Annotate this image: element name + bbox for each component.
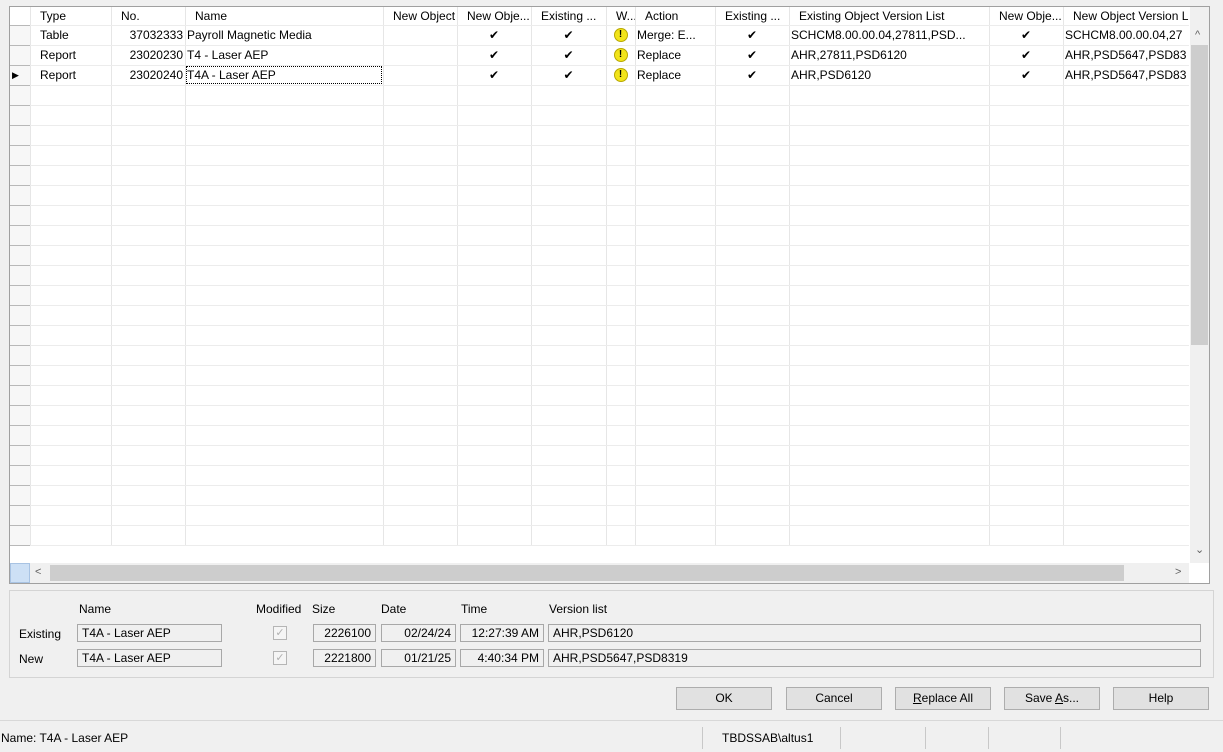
status-object-name: Name: T4A - Laser AEP xyxy=(1,731,129,745)
column-header-existing-2[interactable]: Existing ... xyxy=(723,7,789,25)
cell-type: Report xyxy=(40,68,77,82)
current-row-pointer-icon: ▶ xyxy=(12,70,19,80)
warning-cell: ! xyxy=(606,25,635,45)
replace-all-label: eplace All xyxy=(921,691,974,705)
existing-version-list-field[interactable]: AHR,PSD6120 xyxy=(548,624,1201,642)
column-header-existing-version-list[interactable]: Existing Object Version List xyxy=(797,7,989,25)
check-icon: ✔ xyxy=(1020,28,1032,42)
check-icon: ✔ xyxy=(488,48,500,62)
vertical-scroll-thumb[interactable] xyxy=(1191,45,1208,345)
column-header-w[interactable]: W... xyxy=(614,7,635,25)
existing-size-field[interactable]: 2226100 xyxy=(313,624,376,642)
ok-button[interactable]: OK xyxy=(676,687,772,710)
status-divider xyxy=(1060,727,1061,749)
help-button[interactable]: Help xyxy=(1113,687,1209,710)
check-icon: ✔ xyxy=(488,28,500,42)
column-header-new-obje-2[interactable]: New Obje... xyxy=(997,7,1063,25)
scroll-right-icon[interactable]: > xyxy=(1175,566,1181,578)
details-header-size: Size xyxy=(312,602,336,616)
cell-name[interactable]: Payroll Magnetic Media xyxy=(185,25,383,45)
new-size-field[interactable]: 2221800 xyxy=(313,649,376,667)
cell-name[interactable]: T4A - Laser AEP xyxy=(185,65,383,85)
details-header-name: Name xyxy=(79,602,112,616)
status-divider xyxy=(925,727,926,749)
column-header-action[interactable]: Action xyxy=(643,7,715,25)
cell-existing-version-list: SCHCM8.00.00.04,27811,PSD... xyxy=(791,28,966,42)
cell-action[interactable]: Replace xyxy=(635,45,715,65)
check-icon: ✔ xyxy=(563,68,574,82)
save-as-label-end: s... xyxy=(1063,691,1080,705)
details-header-time: Time xyxy=(461,602,488,616)
check-icon: ✔ xyxy=(563,48,574,62)
check-icon: ✔ xyxy=(746,28,758,42)
grid-lines xyxy=(10,7,1189,546)
status-divider xyxy=(702,727,703,749)
cell-existing-version-list: AHR,PSD6120 xyxy=(791,68,872,82)
cell-existing-version-list: AHR,27811,PSD6120 xyxy=(791,48,907,62)
existing-modified-checkbox[interactable]: ✓ xyxy=(273,626,287,640)
check-icon: ✔ xyxy=(746,68,758,82)
details-header-version-list: Version list xyxy=(549,602,608,616)
new-row-label: New xyxy=(19,652,44,666)
new-version-list-field[interactable]: AHR,PSD5647,PSD8319 xyxy=(548,649,1201,667)
existing-row-label: Existing xyxy=(19,627,62,641)
check-icon: ✔ xyxy=(746,48,758,62)
warning-cell: ! xyxy=(606,65,635,85)
status-bar: Name: T4A - Laser AEP TBDSSAB\altus1 xyxy=(0,720,1223,752)
new-name-field[interactable]: T4A - Laser AEP xyxy=(77,649,222,667)
existing-name-field[interactable]: T4A - Laser AEP xyxy=(77,624,222,642)
check-icon: ✔ xyxy=(563,28,574,42)
status-user: TBDSSAB\altus1 xyxy=(722,731,814,745)
column-header-new-object[interactable]: New Object xyxy=(391,7,457,25)
column-header-type[interactable]: Type xyxy=(38,7,111,25)
new-time-field[interactable]: 4:40:34 PM xyxy=(460,649,544,667)
scroll-up-icon[interactable]: ^ xyxy=(1195,29,1200,41)
column-header-new-obje-1[interactable]: New Obje... xyxy=(465,7,531,25)
column-header-existing-1[interactable]: Existing ... xyxy=(539,7,606,25)
cell-name[interactable]: T4 - Laser AEP xyxy=(185,45,383,65)
check-icon: ✔ xyxy=(488,68,500,82)
warning-icon: ! xyxy=(613,67,628,82)
details-header-date: Date xyxy=(381,602,407,616)
cell-number: 23020230 xyxy=(129,48,183,62)
save-as-button[interactable]: Save As... xyxy=(1004,687,1100,710)
warning-icon: ! xyxy=(613,27,628,42)
save-as-label-start: Save xyxy=(1024,691,1055,705)
check-icon: ✔ xyxy=(1020,68,1032,82)
scroll-left-icon[interactable]: < xyxy=(35,566,41,578)
replace-all-accelerator: R xyxy=(912,691,922,705)
warning-cell: ! xyxy=(606,45,635,65)
cancel-button[interactable]: Cancel xyxy=(786,687,882,710)
column-header-no[interactable]: No. xyxy=(119,7,185,25)
object-details-panel: Name Modified Size Date Time Version lis… xyxy=(9,590,1214,678)
check-icon: ✔ xyxy=(1020,48,1032,62)
existing-date-field[interactable]: 02/24/24 xyxy=(381,624,456,642)
new-date-field[interactable]: 01/21/25 xyxy=(381,649,456,667)
object-comparison-grid[interactable]: Type No. Name New Object New Obje... Existing… xyxy=(9,6,1210,584)
cell-action[interactable]: Replace xyxy=(635,65,715,85)
cell-type: Table xyxy=(40,28,69,42)
cell-number: 37032333 xyxy=(129,28,183,42)
cell-new-version-list: AHR,PSD5647,PSD83 xyxy=(1065,68,1187,82)
horizontal-scrollbar[interactable]: < > xyxy=(30,563,1189,583)
column-header-name[interactable]: Name xyxy=(193,7,383,25)
warning-icon: ! xyxy=(613,47,628,62)
column-header-new-version-list[interactable]: New Object Version Li xyxy=(1071,7,1189,25)
status-divider xyxy=(988,727,989,749)
new-modified-checkbox[interactable]: ✓ xyxy=(273,651,287,665)
horizontal-scroll-thumb[interactable] xyxy=(50,565,1124,581)
cell-new-version-list: SCHCM8.00.00.04,27 xyxy=(1065,28,1183,42)
replace-all-button[interactable]: Replace All xyxy=(895,687,991,710)
save-as-accelerator: A xyxy=(1055,691,1064,705)
vertical-scrollbar[interactable]: ^ ⌄ xyxy=(1190,7,1209,563)
cell-number: 23020240 xyxy=(129,68,183,82)
cell-action[interactable]: Merge: E... xyxy=(635,25,715,45)
grid-corner-cell xyxy=(10,563,30,583)
cell-new-version-list: AHR,PSD5647,PSD83 xyxy=(1065,48,1187,62)
cell-type: Report xyxy=(40,48,77,62)
existing-time-field[interactable]: 12:27:39 AM xyxy=(460,624,544,642)
scroll-down-icon[interactable]: ⌄ xyxy=(1195,543,1204,556)
status-divider xyxy=(840,727,841,749)
details-header-modified: Modified xyxy=(256,602,302,616)
